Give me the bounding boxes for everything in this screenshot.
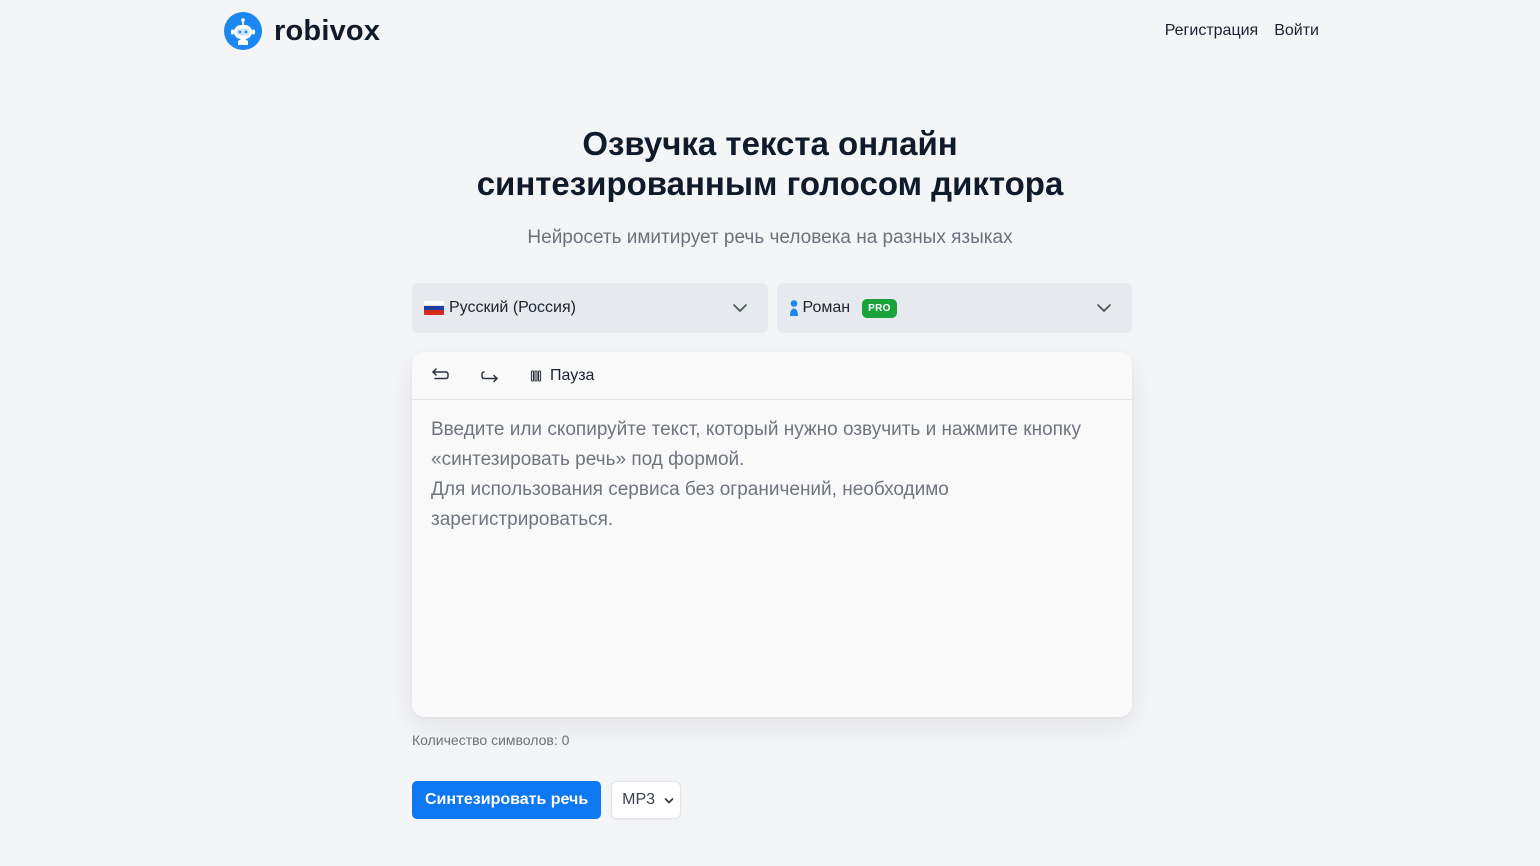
text-editor: Пауза xyxy=(412,352,1132,717)
pause-icon xyxy=(530,369,542,382)
undo-button[interactable] xyxy=(430,367,450,384)
language-select[interactable]: Русский (Россия) xyxy=(412,283,768,333)
format-select[interactable]: MP3 xyxy=(611,781,682,819)
text-input[interactable] xyxy=(412,401,1132,717)
robot-logo-icon xyxy=(224,12,262,50)
language-select-value: Русский (Россия) xyxy=(449,299,576,316)
page-subtitle: Нейросеть имитирует речь человека на раз… xyxy=(527,227,1013,248)
editor-toolbar: Пауза xyxy=(412,352,1132,400)
brand-name: robivox xyxy=(274,14,381,47)
voice-select[interactable]: Роман PRO xyxy=(776,283,1132,333)
character-count: Количество символов: 0 xyxy=(412,732,570,748)
person-icon xyxy=(789,300,798,316)
chevron-down-icon xyxy=(732,304,747,312)
page-title: Озвучка текста онлайн синтезированным го… xyxy=(0,124,1540,204)
header-nav: Регистрация Войти xyxy=(1165,22,1319,40)
redo-icon xyxy=(481,370,498,382)
redo-button[interactable] xyxy=(480,368,500,384)
register-link[interactable]: Регистрация xyxy=(1165,22,1259,40)
undo-icon xyxy=(432,367,449,379)
page: robivox Регистрация Войти Озвучка текста… xyxy=(0,0,1540,866)
voice-select-value: Роман xyxy=(802,299,851,316)
synthesize-button[interactable]: Синтезировать речь xyxy=(412,781,602,819)
chevron-down-icon xyxy=(1097,304,1111,312)
page-title-line-2: синтезированным голосом диктора xyxy=(476,165,1064,202)
pause-button[interactable]: Пауза xyxy=(530,367,594,385)
actions-row: Синтезировать речь MP3 xyxy=(412,781,682,819)
chevron-down-icon xyxy=(664,798,674,804)
site-header: robivox Регистрация Войти xyxy=(224,10,1319,52)
pro-badge: PRO xyxy=(862,298,897,318)
pause-button-label: Пауза xyxy=(550,366,595,384)
login-link[interactable]: Войти xyxy=(1274,22,1319,40)
russia-flag-icon xyxy=(424,301,444,315)
selectors-row: Русский (Россия) Роман PRO xyxy=(412,283,1132,333)
brand-logo-link[interactable]: robivox xyxy=(224,12,380,50)
format-select-value: MP3 xyxy=(622,791,656,808)
page-title-line-1: Озвучка текста онлайн xyxy=(582,125,958,162)
